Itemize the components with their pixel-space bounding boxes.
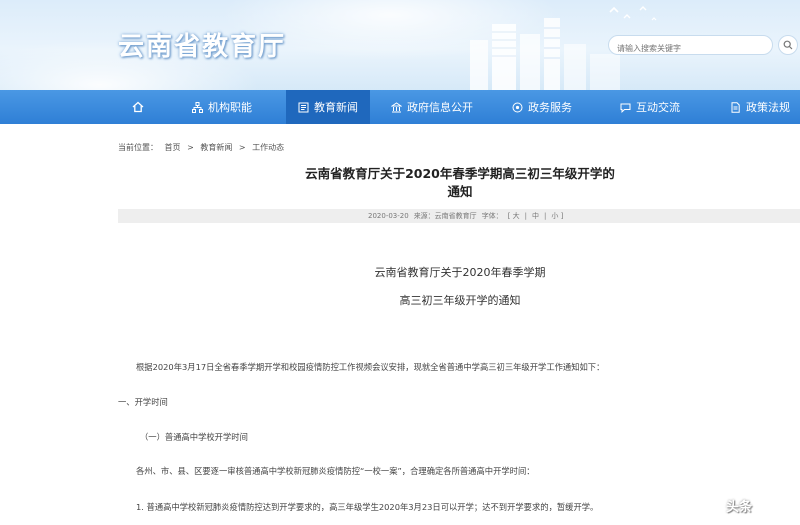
nav-item-policy[interactable]: 政策法规	[720, 90, 800, 124]
nav-label: 政府信息公开	[407, 101, 473, 114]
breadcrumb-link-work[interactable]: 工作动态	[252, 143, 284, 152]
font-size-label: 字体：	[481, 212, 503, 220]
font-size-medium-button[interactable]: 中	[532, 211, 539, 221]
breadcrumb-separator: >	[238, 143, 246, 152]
nav-item-services[interactable]: 政务服务	[502, 90, 582, 124]
birds-graphic	[609, 6, 657, 21]
article-title: 云南省教育厅关于2020年春季学期高三初三年级开学的 通知	[290, 165, 630, 201]
breadcrumb-separator: >	[187, 143, 194, 152]
breadcrumb: 当前位置： 首页 > 教育新闻 > 工作动态	[118, 142, 288, 153]
nav-item-news[interactable]: 教育新闻	[286, 90, 370, 124]
news-icon	[298, 102, 309, 112]
article-title-line: 通知	[447, 184, 473, 199]
nav-label: 机构职能	[208, 101, 252, 114]
nav-item-interaction[interactable]: 互动交流	[610, 90, 690, 124]
nav-label: 政策法规	[746, 101, 790, 114]
body-paragraph: 根据2020年3月17日全省春季学期开学和校园疫情防控工作视频会议安排，现就全省…	[136, 362, 605, 372]
document-heading: 高三初三年级开学的通知	[399, 294, 521, 307]
nav-item-home[interactable]	[120, 90, 156, 124]
watermark-text: 头条	[726, 500, 753, 515]
font-size-large-button[interactable]: [ 大	[508, 211, 520, 221]
watermark-logo-icon	[706, 498, 722, 513]
building-icon	[391, 101, 402, 112]
search-button[interactable]	[778, 35, 798, 55]
watermark: 头条	[706, 496, 752, 515]
chat-icon	[620, 103, 631, 113]
search-icon	[783, 40, 793, 50]
font-size-small-button[interactable]: 小 ]	[551, 211, 563, 221]
site-header: 云南省教育厅	[0, 0, 800, 90]
publish-date: 2020-03-20	[368, 212, 409, 220]
service-icon	[512, 102, 523, 112]
nav-label: 政务服务	[528, 101, 572, 114]
org-chart-icon	[192, 101, 203, 113]
document-icon	[731, 101, 740, 113]
site-title[interactable]: 云南省教育厅	[118, 26, 286, 63]
breadcrumb-link-news[interactable]: 教育新闻	[200, 143, 232, 152]
article-source: 来源：云南省教育厅	[413, 212, 477, 220]
subsection-heading: （一）普通高中学校开学时间	[140, 432, 248, 442]
nav-item-org[interactable]: 机构职能	[178, 90, 266, 124]
nav-label: 教育新闻	[314, 101, 358, 114]
document-heading: 云南省教育厅关于2020年春季学期	[374, 266, 546, 279]
article-title-line: 云南省教育厅关于2020年春季学期高三初三年级开学的	[305, 166, 615, 181]
font-size-divider: |	[524, 212, 528, 220]
home-icon	[132, 101, 144, 113]
font-size-divider: |	[544, 212, 547, 220]
body-paragraph: 1. 普通高中学校新冠肺炎疫情防控达到开学要求的，高三年级学生2020年3月23…	[136, 502, 599, 512]
breadcrumb-prefix: 当前位置：	[118, 143, 158, 152]
nav-label: 互动交流	[636, 101, 680, 114]
body-paragraph: 各州、市、县、区要逐一审核普通高中学校新冠肺炎疫情防控“一校一案”，合理确定各所…	[136, 466, 535, 476]
search-input[interactable]	[617, 39, 767, 58]
main-nav: 机构职能 教育新闻 政府信息公开 政务服务 互动交流 政策法规	[0, 90, 800, 124]
search-field[interactable]	[608, 35, 773, 58]
article-meta-bar: 2020-03-20 来源：云南省教育厅 字体： [ 大 | 中 | 小 ]	[118, 209, 800, 223]
section-heading: 一、开学时间	[118, 397, 168, 407]
nav-item-gov-info[interactable]: 政府信息公开	[382, 90, 482, 124]
breadcrumb-link-home[interactable]: 首页	[165, 143, 181, 152]
